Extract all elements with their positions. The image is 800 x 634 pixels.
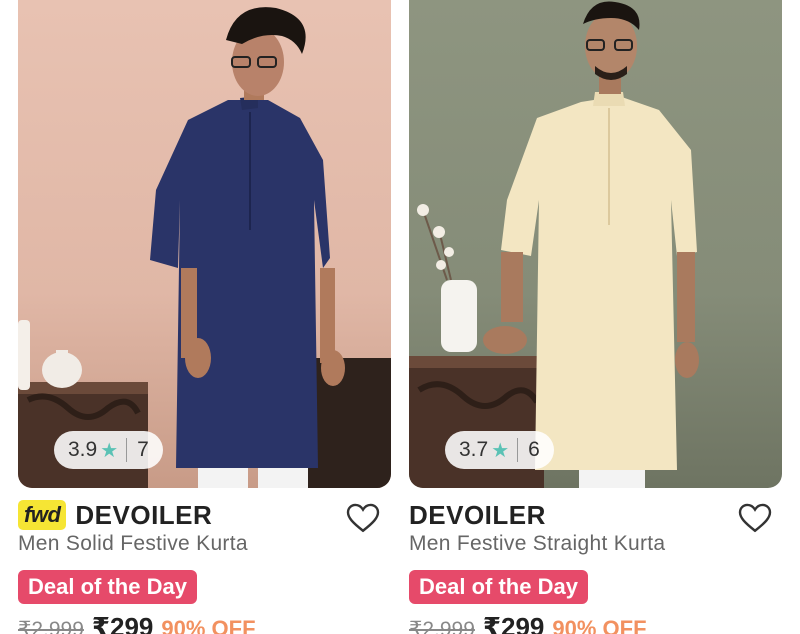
price-row: ₹2,999 ₹299 90% OFF: [18, 612, 256, 634]
sale-price: ₹299: [91, 612, 154, 634]
cream-kurta-model-photo: [409, 1, 699, 488]
fwd-badge: fwd: [18, 500, 67, 530]
rating-count: 7: [137, 438, 149, 461]
blue-kurta-model-photo: [18, 7, 391, 488]
rating-divider: [126, 438, 128, 462]
star-icon: ★: [491, 439, 510, 462]
deal-badge: Deal of the Day: [18, 570, 197, 604]
rating-value: 3.7: [459, 438, 489, 461]
discount-label: 90% OFF: [552, 616, 647, 634]
product-image[interactable]: 3.7 ★ 6: [409, 0, 782, 488]
discount-label: 90% OFF: [161, 616, 256, 634]
brand-row: DEVOILER: [409, 497, 546, 533]
rating-value: 3.9: [68, 438, 98, 461]
product-image[interactable]: 3.9 ★ 7: [18, 0, 391, 488]
star-icon: ★: [100, 439, 119, 462]
heart-icon[interactable]: [736, 500, 774, 536]
deal-badge: Deal of the Day: [409, 570, 588, 604]
rating-pill: 3.9 ★ 7: [54, 431, 163, 469]
rating-divider: [517, 438, 519, 462]
brand-row: fwd DEVOILER: [18, 497, 212, 533]
brand-name: DEVOILER: [75, 499, 213, 530]
product-card[interactable]: 3.9 ★ 7 fwd DEVOILER Men Solid Festive K…: [18, 0, 391, 634]
mrp-price: ₹2,999: [18, 618, 84, 634]
sale-price: ₹299: [482, 612, 545, 634]
brand-name: DEVOILER: [409, 499, 546, 530]
price-row: ₹2,999 ₹299 90% OFF: [409, 612, 647, 634]
heart-icon[interactable]: [344, 500, 382, 536]
product-card[interactable]: 3.7 ★ 6 DEVOILER Men Festive Straight Ku…: [409, 0, 782, 634]
product-name: Men Festive Straight Kurta: [409, 532, 666, 555]
rating-count: 6: [528, 438, 540, 461]
product-grid: 3.9 ★ 7 fwd DEVOILER Men Solid Festive K…: [0, 0, 800, 634]
mrp-price: ₹2,999: [409, 618, 475, 634]
rating-pill: 3.7 ★ 6: [445, 431, 554, 469]
product-name: Men Solid Festive Kurta: [18, 532, 248, 555]
